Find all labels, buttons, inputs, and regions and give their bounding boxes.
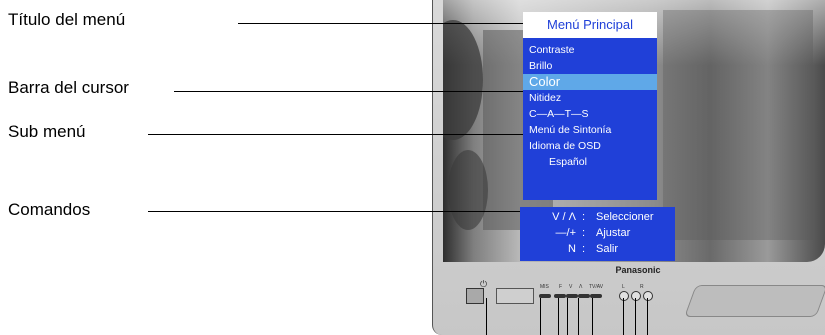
command-action: Ajustar — [596, 227, 631, 239]
label-cursor-bar: Barra del cursor — [8, 78, 129, 97]
command-row-exit: N : Salir — [520, 243, 675, 258]
command-action: Salir — [596, 243, 619, 255]
osd-item-contraste: Contraste — [529, 44, 575, 56]
brand-logo: Panasonic — [615, 265, 661, 275]
panel-label-r: R — [640, 284, 644, 290]
command-key: N — [568, 243, 576, 255]
command-key: V / Λ — [552, 211, 576, 223]
display-window — [496, 288, 534, 304]
panel-label-mis: MIS — [540, 284, 549, 290]
command-key: —/+ — [555, 227, 576, 239]
stem-v-up — [578, 298, 579, 335]
headphone-jack[interactable] — [643, 291, 653, 301]
label-commands: Comandos — [8, 200, 91, 219]
tree-left — [443, 20, 483, 140]
command-separator: : — [582, 211, 586, 223]
command-row-adjust: —/+ : Ajustar — [520, 227, 675, 242]
command-row-select: V / Λ : Seleccioner — [520, 211, 675, 226]
osd-item-menu-sintonia: Menú de Sintonía — [529, 124, 612, 136]
stem-f — [558, 298, 559, 335]
leader-menu-title — [238, 23, 523, 24]
osd-item-espanol: Español — [549, 156, 587, 168]
osd-item-cats: C—A—T—S — [529, 108, 589, 120]
leader-commands — [148, 211, 520, 212]
power-button[interactable] — [466, 288, 484, 304]
osd-item-color-selected: Color — [523, 74, 657, 90]
osd-item-nitidez: Nitidez — [529, 92, 562, 104]
osd-item-brillo: Brillo — [529, 60, 553, 72]
stem-power — [486, 298, 487, 335]
osd-item-idioma-osd: Idioma de OSD — [529, 140, 601, 152]
stem-tvav — [592, 298, 593, 335]
function-button[interactable] — [554, 294, 566, 298]
panel-label-f: F — [559, 284, 563, 290]
panel-label-l: L — [622, 284, 625, 290]
audio-jack-right[interactable] — [631, 291, 641, 301]
stem-headphone — [647, 298, 648, 335]
command-separator: : — [582, 243, 586, 255]
panel-label-tvav: TV/AV — [589, 284, 604, 290]
volume-up-button[interactable] — [578, 294, 590, 298]
osd-menu-title: Menú Principal — [523, 12, 657, 38]
label-sub-menu: Sub menú — [8, 122, 86, 141]
stem-jack-r — [635, 298, 636, 335]
panel-label-lambda: Λ — [579, 284, 583, 290]
leader-sub-menu — [148, 134, 523, 135]
panel-label-v: V — [569, 284, 573, 290]
command-action: Seleccioner — [596, 211, 654, 223]
tv-stand-ridge — [684, 285, 825, 317]
audio-jack-left[interactable] — [619, 291, 629, 301]
stem-v-down — [567, 298, 568, 335]
stem-mis — [540, 298, 541, 335]
tree-bottom-left — [448, 150, 488, 230]
command-separator: : — [582, 227, 586, 239]
leader-cursor-bar — [174, 91, 523, 92]
building-right — [663, 10, 813, 240]
stem-jack-l — [623, 298, 624, 335]
label-menu-title: Título del menú — [8, 10, 126, 29]
osd-commands-box: V / Λ : Seleccioner —/+ : Ajustar N : Sa… — [520, 207, 675, 261]
osd-main-menu: Menú Principal Contraste Brillo Color Ni… — [523, 12, 657, 200]
